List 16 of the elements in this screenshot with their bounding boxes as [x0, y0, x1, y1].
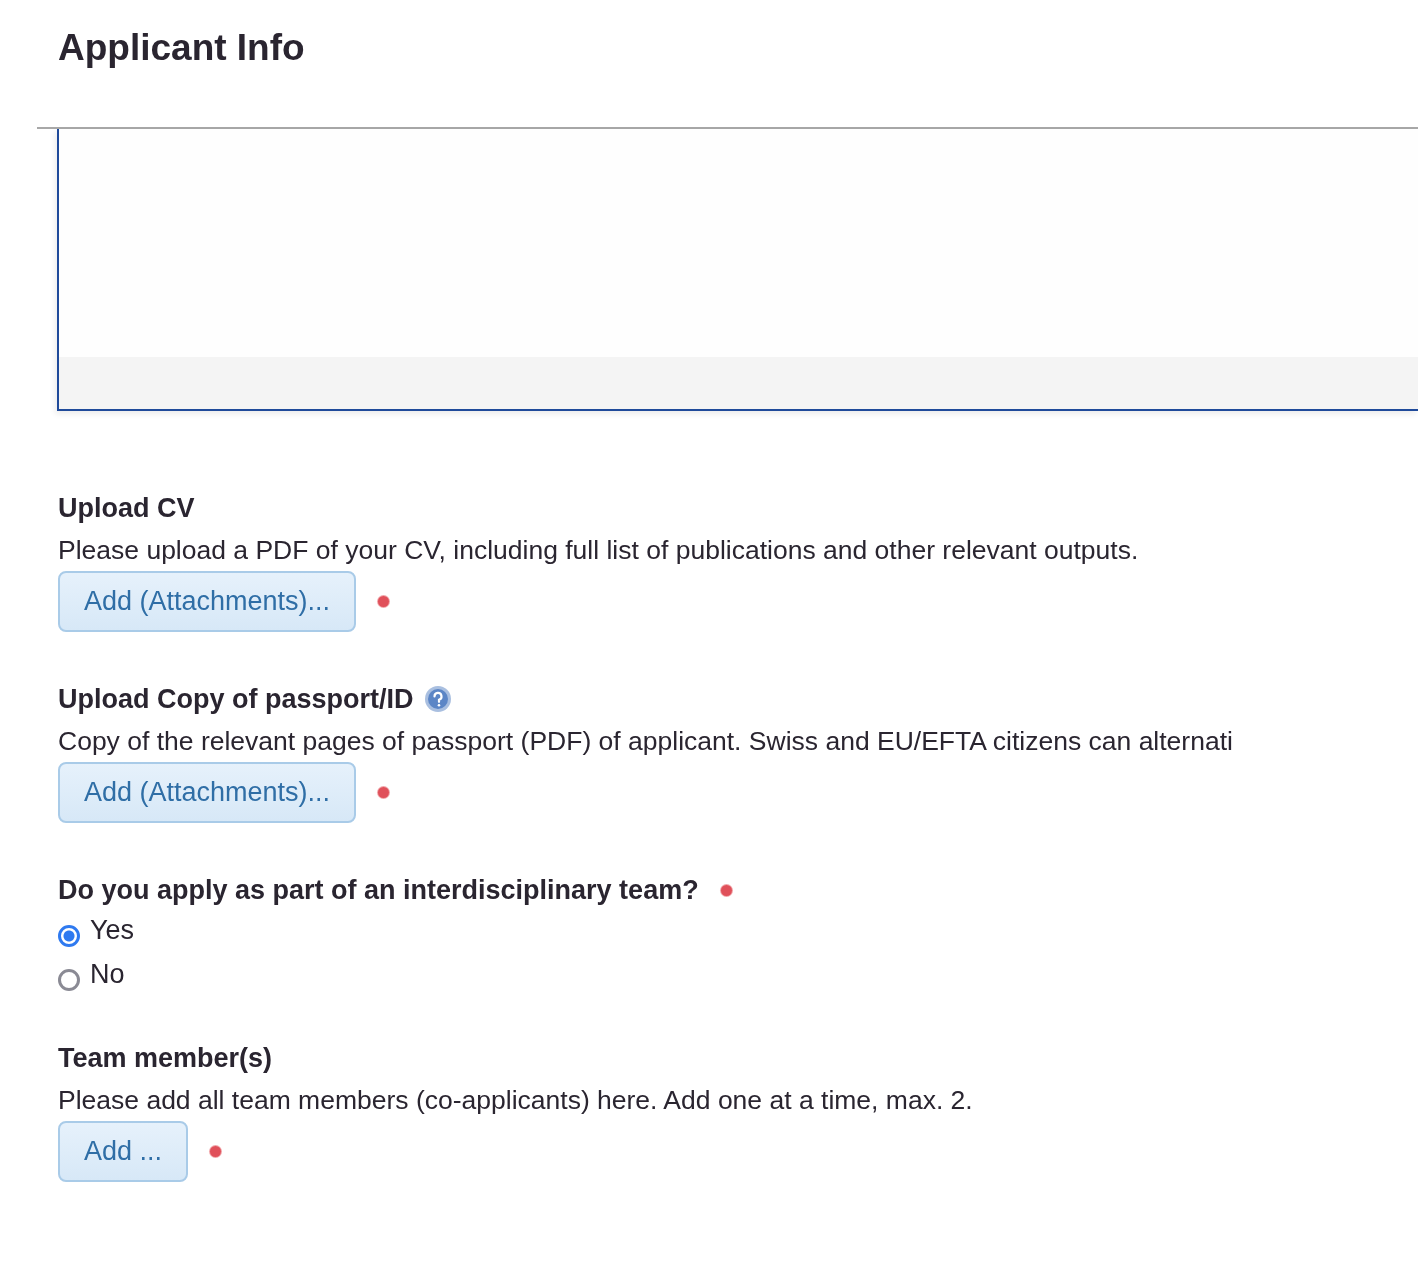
add-button[interactable]: Add ... [58, 1121, 189, 1182]
field-description: Copy of the relevant pages of passport (PDF) of applicant. Swiss and EU/EFTA citizens can alternati [58, 725, 1234, 758]
field-label: Team member(s) [58, 1042, 273, 1074]
field-label: Upload Copy of passport/ID [58, 683, 414, 715]
field-description: Please upload a PDF of your CV, including full list of publications and other relevant outputs. [58, 534, 1140, 567]
page-title: Applicant Info [57, 26, 306, 70]
radio-option[interactable]: No [58, 959, 1418, 991]
field-label: Upload CV [58, 492, 195, 524]
help-icon[interactable] [423, 685, 452, 713]
field-description: Please add all team members (co-applicants) here. Add one at a time, max. 2. [58, 1084, 974, 1117]
add-button[interactable]: Add (Attachments)... [58, 571, 357, 632]
field-label: Do you apply as part of an interdisciplinary team? [58, 874, 699, 906]
add-button[interactable]: Add (Attachments)... [58, 762, 357, 823]
radio-option[interactable]: Yes [58, 915, 1418, 947]
radio-button[interactable] [58, 969, 80, 991]
radio-button[interactable] [58, 925, 80, 947]
